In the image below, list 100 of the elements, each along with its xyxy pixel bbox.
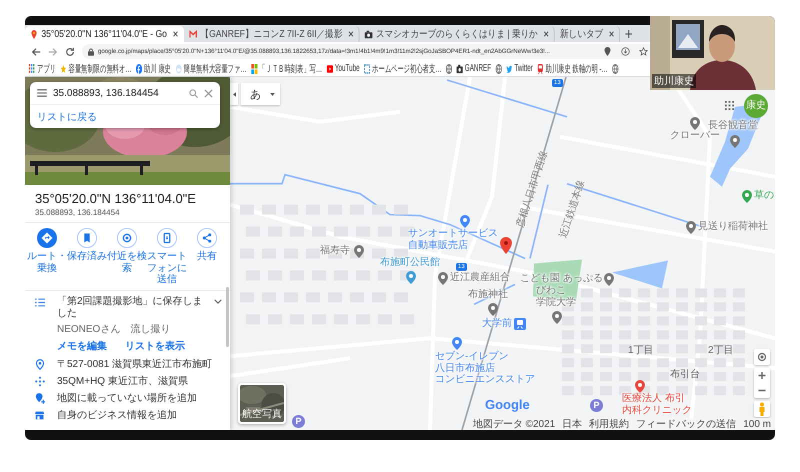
bookmark-label: ホームページ初心者支… <box>372 62 442 76</box>
close-icon[interactable] <box>348 31 354 37</box>
footer-link[interactable]: 利用規約 <box>589 417 630 430</box>
language-button[interactable]: あ <box>241 83 280 105</box>
star-icon[interactable] <box>639 47 648 56</box>
place-pin-icon[interactable] <box>354 245 364 258</box>
facebook-icon <box>136 64 142 74</box>
footer-link[interactable]: 地図データ ©2021 <box>472 417 556 430</box>
tab-title: スマシオカーブのらくらくはりま | 乗りか <box>376 28 538 41</box>
bookmark-label: 助川 康史 <box>144 62 172 76</box>
saved-list-text: 「第2回課題撮影地」に保存しました <box>57 296 204 320</box>
place-title: 35°05'20.0"N 136°11'04.0"E <box>35 191 197 206</box>
footer-link[interactable]: 日本 <box>562 417 582 430</box>
apps-icon[interactable] <box>725 101 734 110</box>
bookmark[interactable] <box>612 64 619 74</box>
place-pin-icon[interactable] <box>686 221 696 234</box>
new-tab-icon[interactable] <box>625 30 632 38</box>
place-label[interactable]: セブン-イレブン 八日市布施店 コンビニエンスストア <box>435 351 535 386</box>
location-pin-icon <box>500 237 512 254</box>
layer-button[interactable]: 航空写真 <box>238 383 286 424</box>
bird-icon <box>506 64 512 74</box>
place-label[interactable]: サンオートサービス 自動車販売店 <box>408 228 498 251</box>
bookmark-label: 容量無制限の無料オ… <box>68 62 132 76</box>
lock-icon <box>88 48 94 56</box>
info-text: 自身のビジネス情報を追加 <box>57 408 177 422</box>
place-pin-icon[interactable] <box>604 273 614 286</box>
place-label[interactable]: びわこ 学院大学 <box>536 285 576 308</box>
bookmark[interactable]: GANREF <box>456 63 492 74</box>
back-icon[interactable] <box>31 46 41 56</box>
place-label[interactable]: クローバー <box>670 130 720 142</box>
expand-icon[interactable] <box>214 298 222 304</box>
bookmark[interactable] <box>446 64 452 74</box>
text-link[interactable]: メモを編集 <box>57 338 107 352</box>
action-button[interactable]: 付近を検索 <box>107 228 147 286</box>
place-label[interactable]: 草の <box>754 190 774 202</box>
action-button[interactable]: 保存済み <box>67 228 107 286</box>
place-pin-icon[interactable] <box>452 337 462 350</box>
close-icon[interactable] <box>609 31 614 37</box>
place-pin-icon[interactable] <box>635 380 645 393</box>
install-icon[interactable] <box>621 47 630 56</box>
menu-icon[interactable] <box>37 89 47 97</box>
place-label[interactable]: 布施町公民館 <box>380 257 440 268</box>
place-pin-icon[interactable] <box>552 311 562 324</box>
bookmark-icon <box>77 228 97 248</box>
google-logo: Google <box>485 397 530 412</box>
place-label[interactable]: 見送り稲荷神社 <box>698 221 768 232</box>
scrollbar[interactable] <box>226 287 229 347</box>
bookmark-label: GANREF <box>464 63 492 74</box>
station-icon[interactable] <box>514 318 526 330</box>
place-pin-icon[interactable] <box>690 117 700 130</box>
place-label[interactable]: 福寿寺 <box>320 245 350 256</box>
place-label[interactable]: 大学前 <box>482 318 512 330</box>
search-icon[interactable] <box>189 88 198 98</box>
bookmark[interactable]: ホームページ初心者支… <box>364 62 442 76</box>
location-icon[interactable] <box>603 47 612 56</box>
bookmark[interactable]: 容量無制限の無料オ… <box>60 62 132 76</box>
action-button[interactable]: 共有 <box>187 228 227 286</box>
my-location-icon[interactable] <box>754 349 770 365</box>
close-icon[interactable] <box>544 31 549 37</box>
info-text: 35QM+HQ 東近江市、滋賀県 <box>57 374 188 388</box>
bookmark[interactable]: 助川康史 鉄軸の明 -… <box>537 62 608 76</box>
puzzle-icon <box>364 64 370 74</box>
place-pin-icon[interactable] <box>488 303 498 316</box>
directions-icon <box>37 228 57 248</box>
action-button[interactable]: スマートフォンに送信 <box>147 228 187 286</box>
browser-tab[interactable]: 35°05'20.0"N 136°11'04.0"E - Go <box>25 26 184 42</box>
bookmark[interactable]: YouTube <box>326 63 360 74</box>
action-button[interactable]: ルート・乗換 <box>27 228 67 286</box>
participant-name: 助川康史 <box>652 74 696 88</box>
place-pin-icon[interactable] <box>438 272 448 285</box>
place-pin-icon[interactable] <box>406 271 416 284</box>
bookmark[interactable]: 簡単無料大容量ファ… <box>175 62 247 76</box>
footer-link[interactable]: 100 m <box>743 418 771 430</box>
footer-link[interactable]: フィードバックの送信 <box>636 417 736 430</box>
bookmark[interactable]: 助川 康史 <box>136 62 172 76</box>
text-link[interactable]: リストを表示 <box>125 338 185 352</box>
area-label: 1丁目 <box>628 344 654 357</box>
bookmark[interactable]: アプリ <box>28 62 56 76</box>
bookmark[interactable]: 「ＪＴＢ時刻表」写… <box>251 62 322 76</box>
reload-icon[interactable] <box>65 46 75 56</box>
place-pin-icon[interactable] <box>730 135 740 148</box>
info-text: 〒527-0081 滋賀県東近江市布施町 <box>57 358 212 371</box>
bookmark-label: 助川康史 鉄軸の明 -… <box>546 62 608 76</box>
bookmark[interactable] <box>495 64 502 74</box>
place-label[interactable]: 医療法人 布引 内科クリニック <box>622 393 692 416</box>
store-icon <box>35 410 45 420</box>
bookmark[interactable]: Twitter <box>506 63 533 74</box>
share-icon <box>197 228 217 248</box>
camera-icon <box>364 30 372 38</box>
windows-logo-icon <box>251 64 258 74</box>
tab-title: 新しいタブ <box>560 28 604 41</box>
place-pin-icon[interactable] <box>742 190 752 203</box>
place-pin-icon[interactable] <box>460 215 470 228</box>
close-icon[interactable] <box>172 31 178 37</box>
add-pin-icon <box>35 392 45 404</box>
back-to-list-link[interactable]: リストに戻る <box>37 112 97 123</box>
collapse-button[interactable] <box>230 83 238 105</box>
globe-icon <box>446 64 452 74</box>
nearby-icon <box>117 228 137 248</box>
search-field[interactable]: 35.088893, 136.184454 <box>53 88 183 98</box>
